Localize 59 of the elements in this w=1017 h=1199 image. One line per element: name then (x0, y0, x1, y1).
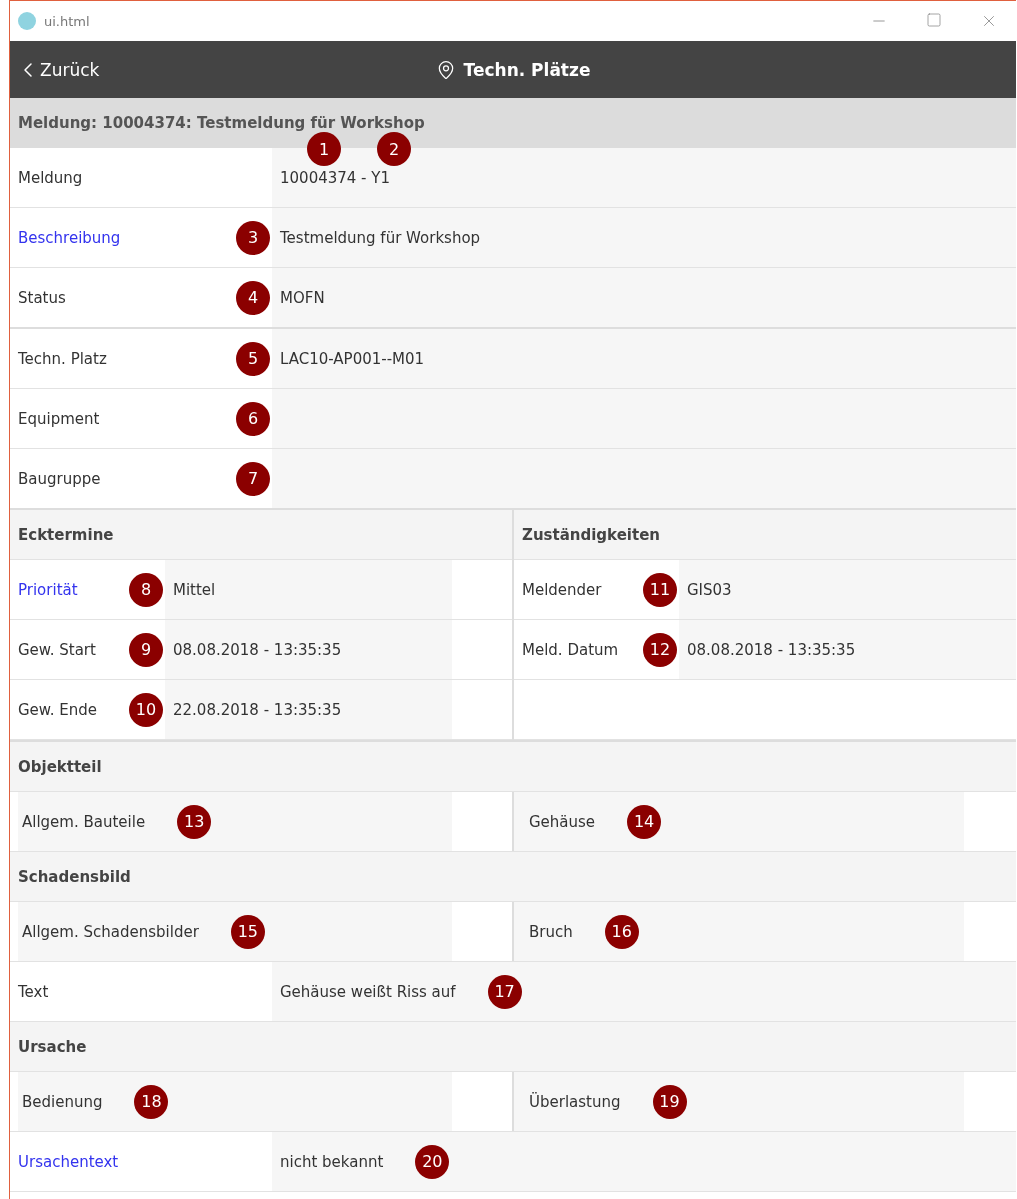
field-value: 08.08.2018 - 13:35:35 (173, 640, 342, 659)
field-label: Gew. Ende (18, 700, 97, 719)
field-label: Equipment (18, 409, 100, 428)
field-value: 22.08.2018 - 13:35:35 (173, 700, 342, 719)
maximize-icon[interactable] (926, 12, 942, 28)
section-title: Ursache (18, 1037, 87, 1056)
back-button[interactable]: Zurück (10, 57, 100, 82)
option-label[interactable]: Gehäuse (529, 812, 596, 831)
notification-title: Meldung: 10004374: Testmeldung für Workshop (18, 114, 425, 132)
option-label[interactable]: Bedienung (22, 1092, 103, 1111)
number-marker: 15 (230, 914, 265, 949)
field-value: GIS03 (687, 580, 732, 599)
number-marker: 10 (129, 692, 163, 727)
field-label: Text (18, 982, 49, 1001)
section-title: Objektteil (18, 757, 102, 776)
number-marker: 16 (604, 914, 639, 949)
field-label: Techn. Platz (18, 349, 107, 368)
number-marker: 5 (236, 341, 270, 376)
field-value: 10004374 - Y1 (280, 168, 390, 187)
field-label: Meldung (18, 168, 83, 187)
number-marker: 20 (415, 1144, 450, 1179)
number-marker: 19 (652, 1084, 687, 1119)
number-marker: 8 (129, 572, 163, 607)
number-marker: 11 (643, 572, 677, 607)
field-label: Meldender (522, 580, 602, 599)
field-label[interactable]: Ursachentext (18, 1152, 119, 1171)
field-label: Baugruppe (18, 469, 101, 488)
field-value: nicht bekannt (280, 1152, 384, 1171)
number-marker: 6 (236, 401, 270, 436)
number-marker: 3 (236, 220, 270, 255)
section-title: Ecktermine (18, 525, 114, 544)
window-title: ui.html (44, 13, 91, 29)
field-value: MOFN (280, 288, 325, 307)
option-label[interactable]: Allgem. Bauteile (22, 812, 146, 831)
field-value: Testmeldung für Workshop (280, 228, 481, 247)
section-title: Zuständigkeiten (522, 525, 660, 544)
option-label[interactable]: Überlastung (529, 1092, 621, 1111)
field-value: 08.08.2018 - 13:35:35 (687, 640, 856, 659)
field-value: Mittel (173, 580, 216, 599)
field-label: Gew. Start (18, 640, 96, 659)
app-icon (18, 12, 36, 30)
page-title: Techn. Plätze (463, 59, 591, 80)
section-title: Schadensbild (18, 867, 131, 886)
number-marker: 18 (134, 1084, 169, 1119)
field-value: Gehäuse weißt Riss auf (280, 982, 456, 1001)
field-label[interactable]: Priorität (18, 580, 78, 599)
number-marker: 14 (627, 804, 662, 839)
number-marker: 13 (177, 804, 212, 839)
number-marker: 7 (236, 461, 270, 496)
number-marker: 12 (643, 632, 677, 667)
number-marker: 9 (129, 632, 163, 667)
number-marker: 17 (487, 974, 522, 1009)
option-label[interactable]: Bruch (529, 922, 573, 941)
field-label: Meld. Datum (522, 640, 619, 659)
number-marker: 4 (236, 280, 270, 315)
field-label: Status (18, 288, 66, 307)
option-label[interactable]: Allgem. Schadensbilder (22, 922, 199, 941)
field-value: LAC10-AP001--M01 (280, 349, 425, 368)
field-label[interactable]: Beschreibung (18, 228, 121, 247)
